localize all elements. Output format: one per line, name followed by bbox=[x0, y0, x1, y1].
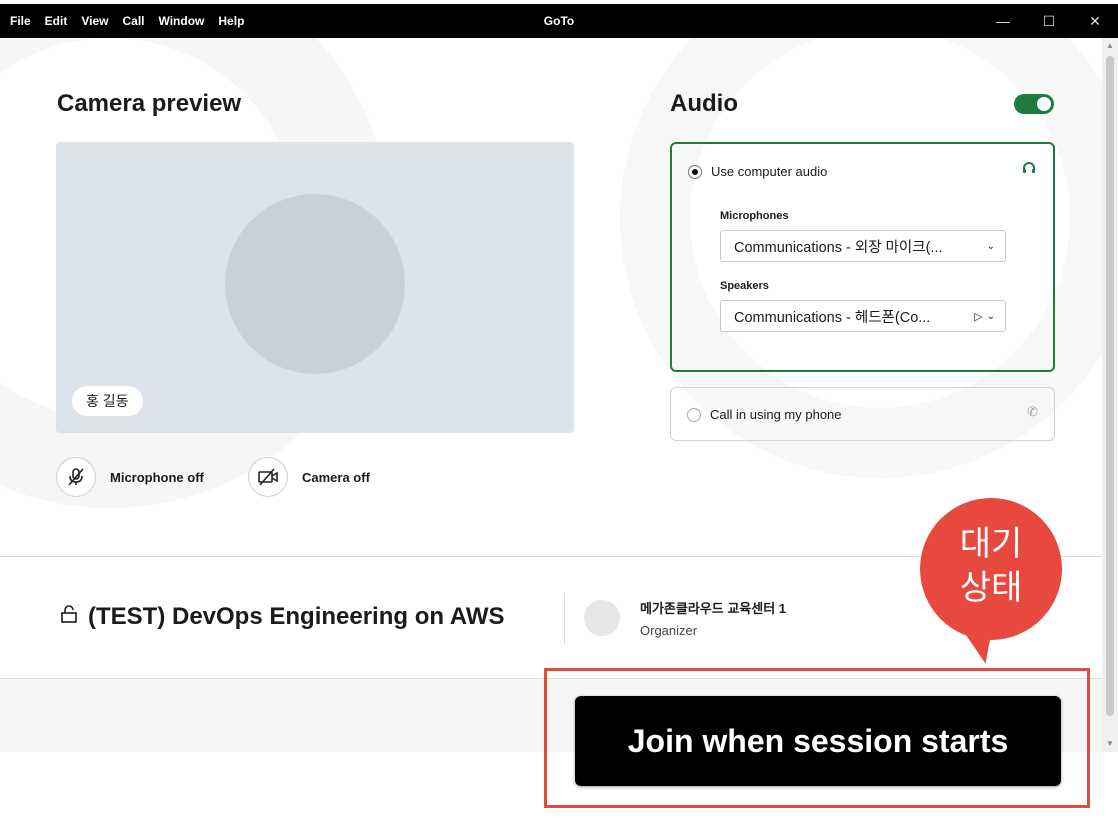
meeting-title: (TEST) DevOps Engineering on AWS bbox=[88, 603, 505, 630]
join-button[interactable]: Join when session starts bbox=[575, 696, 1061, 786]
user-name-badge: 홍 길동 bbox=[72, 386, 143, 416]
phone-audio-label: Call in using my phone bbox=[710, 407, 842, 422]
callout-text: 대기 상태 bbox=[920, 522, 1062, 610]
menu-edit[interactable]: Edit bbox=[45, 14, 68, 28]
menu-bar: File Edit View Call Window Help bbox=[10, 4, 244, 38]
chevron-down-icon: ⌄ bbox=[986, 240, 995, 252]
organizer-avatar bbox=[584, 600, 620, 636]
camera-off-icon[interactable] bbox=[248, 457, 288, 497]
audio-toggle[interactable] bbox=[1014, 94, 1054, 114]
avatar bbox=[225, 194, 405, 374]
camera-toggle[interactable]: Camera off bbox=[248, 457, 370, 497]
computer-audio-option[interactable]: Use computer audio bbox=[688, 164, 827, 179]
menu-call[interactable]: Call bbox=[122, 14, 144, 28]
speaker-select-value: Communications - 헤드폰(Co... bbox=[734, 309, 931, 326]
main-content: Camera preview 홍 길동 Microphone off Camer… bbox=[0, 38, 1102, 752]
scrollbar-thumb[interactable] bbox=[1106, 56, 1114, 716]
microphone-select-value: Communications - 외장 마이크(... bbox=[734, 239, 943, 256]
callout-line-1: 대기 bbox=[959, 524, 1023, 564]
phone-audio-radio[interactable] bbox=[687, 407, 701, 422]
phone-audio-option[interactable]: Call in using my phone bbox=[687, 407, 842, 422]
computer-audio-label: Use computer audio bbox=[711, 164, 828, 179]
microphone-toggle[interactable]: Microphone off bbox=[56, 457, 204, 497]
microphones-label: Microphones bbox=[720, 210, 789, 222]
phone-call-icon: ✆ bbox=[1027, 404, 1038, 419]
computer-audio-radio[interactable] bbox=[688, 164, 702, 179]
microphone-off-label: Microphone off bbox=[110, 469, 204, 485]
speaker-select[interactable]: Communications - 헤드폰(Co... ▷ ⌄ bbox=[720, 300, 1006, 332]
camera-off-label: Camera off bbox=[302, 469, 370, 485]
lock-icon bbox=[60, 604, 78, 630]
scrollbar[interactable]: ▲ ▼ bbox=[1102, 38, 1118, 752]
menu-view[interactable]: View bbox=[81, 14, 108, 28]
microphone-off-icon[interactable] bbox=[56, 457, 96, 497]
menu-help[interactable]: Help bbox=[218, 14, 244, 28]
audio-heading: Audio bbox=[670, 90, 738, 117]
camera-preview-heading: Camera preview bbox=[57, 90, 242, 117]
chevron-down-icon: ⌄ bbox=[986, 310, 995, 322]
organizer-name: 메가존클라우드 교육센터 1 bbox=[640, 601, 787, 616]
speakers-label: Speakers bbox=[720, 280, 769, 292]
computer-audio-panel[interactable]: Use computer audio Microphones Communica… bbox=[670, 142, 1055, 372]
headset-icon bbox=[1021, 160, 1037, 181]
close-icon[interactable]: ✕ bbox=[1072, 4, 1118, 38]
phone-audio-panel[interactable]: Call in using my phone ✆ bbox=[670, 387, 1055, 441]
camera-preview: 홍 길동 bbox=[56, 142, 574, 433]
title-bar: File Edit View Call Window Help GoTo — ☐… bbox=[0, 0, 1118, 38]
meeting-title-row: (TEST) DevOps Engineering on AWS bbox=[60, 603, 504, 631]
maximize-icon[interactable]: ☐ bbox=[1026, 4, 1072, 38]
minimize-icon[interactable]: — bbox=[980, 4, 1026, 38]
callout-line-2: 상태 bbox=[959, 568, 1023, 608]
play-test-icon[interactable]: ▷ bbox=[974, 310, 982, 323]
scroll-down-icon[interactable]: ▼ bbox=[1102, 736, 1118, 752]
menu-file[interactable]: File bbox=[10, 14, 31, 28]
menu-window[interactable]: Window bbox=[159, 14, 205, 28]
microphone-select[interactable]: Communications - 외장 마이크(... ⌄ bbox=[720, 230, 1006, 262]
scroll-up-icon[interactable]: ▲ bbox=[1102, 38, 1118, 54]
divider bbox=[564, 594, 565, 644]
organizer-role: Organizer bbox=[640, 623, 698, 638]
